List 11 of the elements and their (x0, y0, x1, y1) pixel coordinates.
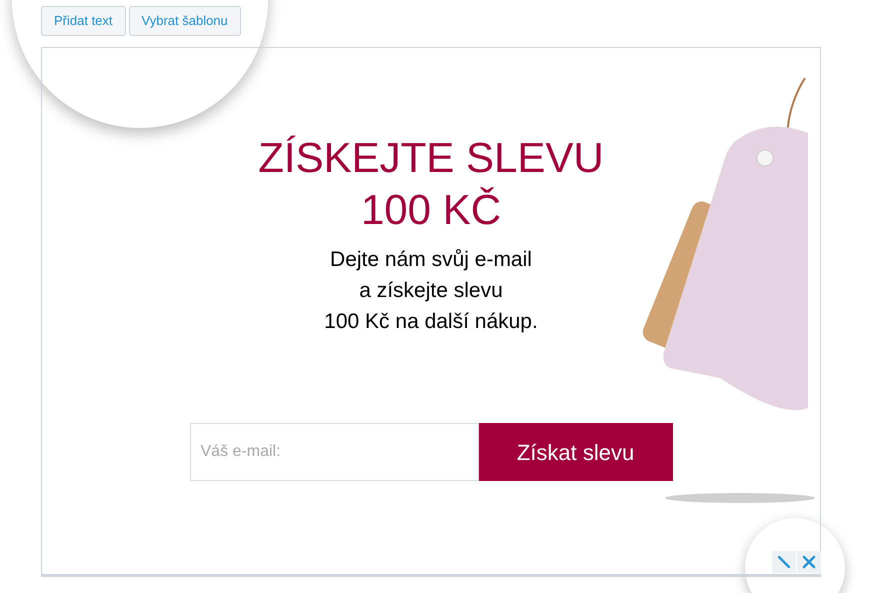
email-field[interactable]: Váš e-mail: (190, 423, 478, 481)
description-line: 100 Kč na další nákup. (324, 309, 538, 335)
heading-line: 100 KČ (360, 185, 502, 235)
edit-button[interactable] (772, 551, 796, 573)
heading-line: ZÍSKEJTE SLEVU (258, 133, 604, 183)
toolbar-button[interactable]: Přidat text (41, 6, 126, 36)
description-line: Dejte nám svůj e-mail (330, 247, 532, 273)
toolbar-button[interactable]: Vybrat šablonu (128, 6, 241, 36)
submit-button[interactable]: Získat slevu (478, 423, 672, 481)
settings-button[interactable] (797, 551, 821, 573)
description-line: a získejte slevu (359, 278, 503, 304)
